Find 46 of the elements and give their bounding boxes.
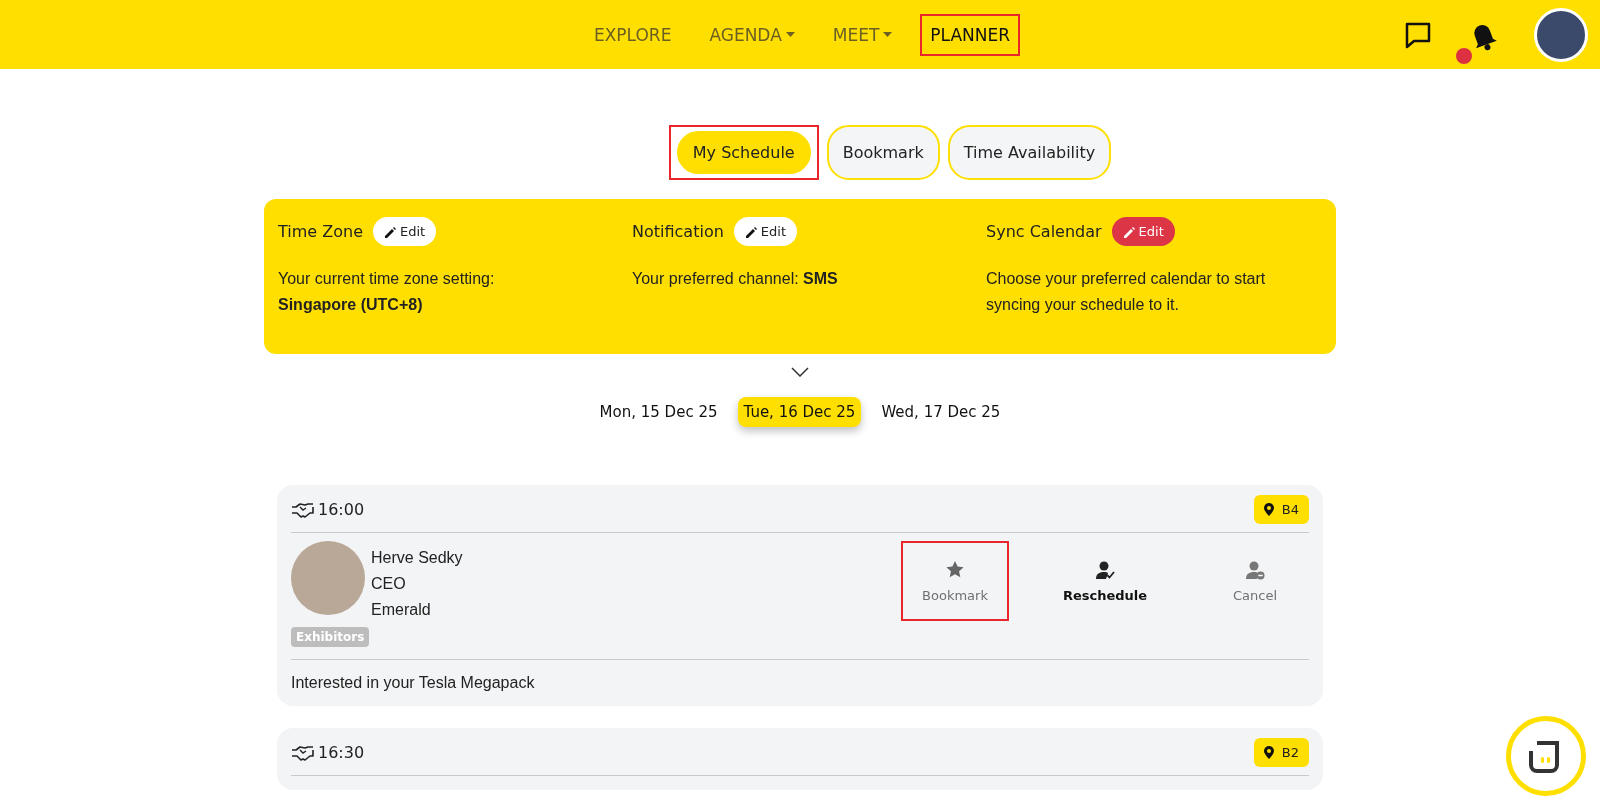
user-check-icon bbox=[1095, 559, 1115, 580]
pencil-icon bbox=[744, 225, 757, 238]
map-pin-icon bbox=[1263, 503, 1274, 516]
map-pin-icon bbox=[1263, 746, 1274, 759]
tab[interactable]: My Schedule bbox=[676, 131, 811, 174]
meeting-time: 16:30 bbox=[318, 743, 365, 762]
tab[interactable]: Bookmark bbox=[826, 125, 940, 180]
person-title: CEO bbox=[371, 574, 407, 594]
date-tab[interactable]: Wed, 17 Dec 25 bbox=[875, 397, 1007, 427]
pencil-icon bbox=[384, 225, 396, 238]
tab[interactable]: Time Availability bbox=[947, 125, 1112, 180]
location-badge: B4 bbox=[1253, 495, 1309, 524]
handshake-icon bbox=[291, 744, 314, 761]
setting-description: Choose your preferred calendar to start syncing your schedule to it. bbox=[986, 269, 1267, 315]
location-badge: B2 bbox=[1253, 738, 1309, 767]
action-button[interactable]: Bookmark bbox=[901, 541, 1009, 621]
action-button[interactable]: Cancel bbox=[1201, 541, 1309, 621]
person-name: Herve Sedky bbox=[371, 548, 463, 568]
setting-description: Your preferred channel: SMS bbox=[632, 269, 839, 289]
edit-button[interactable]: Edit bbox=[373, 217, 437, 246]
meeting-time: 16:00 bbox=[318, 500, 365, 519]
nav-link[interactable]: MEET bbox=[822, 13, 903, 56]
nav-link[interactable]: AGENDA bbox=[699, 13, 805, 56]
date-tab[interactable]: Mon, 15 Dec 25 bbox=[593, 397, 724, 427]
meeting-note: Interested in your Tesla Megapack bbox=[291, 659, 1309, 692]
chat-icon[interactable] bbox=[1404, 20, 1432, 49]
date-tab[interactable]: Tue, 16 Dec 25 bbox=[737, 397, 862, 427]
company-name: Emerald bbox=[371, 600, 432, 620]
caret-icon bbox=[883, 32, 893, 37]
pencil-icon bbox=[1122, 225, 1135, 238]
edit-button[interactable]: Edit bbox=[1111, 217, 1175, 246]
setting-title: Sync Calendar bbox=[986, 222, 1102, 241]
setting-title: Notification bbox=[632, 222, 724, 241]
star-icon bbox=[945, 559, 965, 580]
user-minus-icon bbox=[1245, 559, 1265, 580]
nav-link[interactable]: EXPLORE bbox=[583, 13, 682, 56]
category-tag: Exhibitors bbox=[291, 627, 370, 647]
avatar[interactable] bbox=[1534, 7, 1588, 62]
edit-button[interactable]: Edit bbox=[733, 217, 797, 246]
handshake-icon bbox=[291, 501, 314, 518]
action-button[interactable]: Reschedule bbox=[1051, 541, 1159, 621]
caret-icon bbox=[785, 32, 795, 37]
setting-title: Time Zone bbox=[278, 222, 363, 241]
chevron-down-icon[interactable] bbox=[791, 367, 809, 377]
setting-description: Your current time zone setting: Singapore (UTC+8) bbox=[278, 269, 496, 315]
nav-link[interactable]: PLANNER bbox=[920, 13, 1021, 56]
